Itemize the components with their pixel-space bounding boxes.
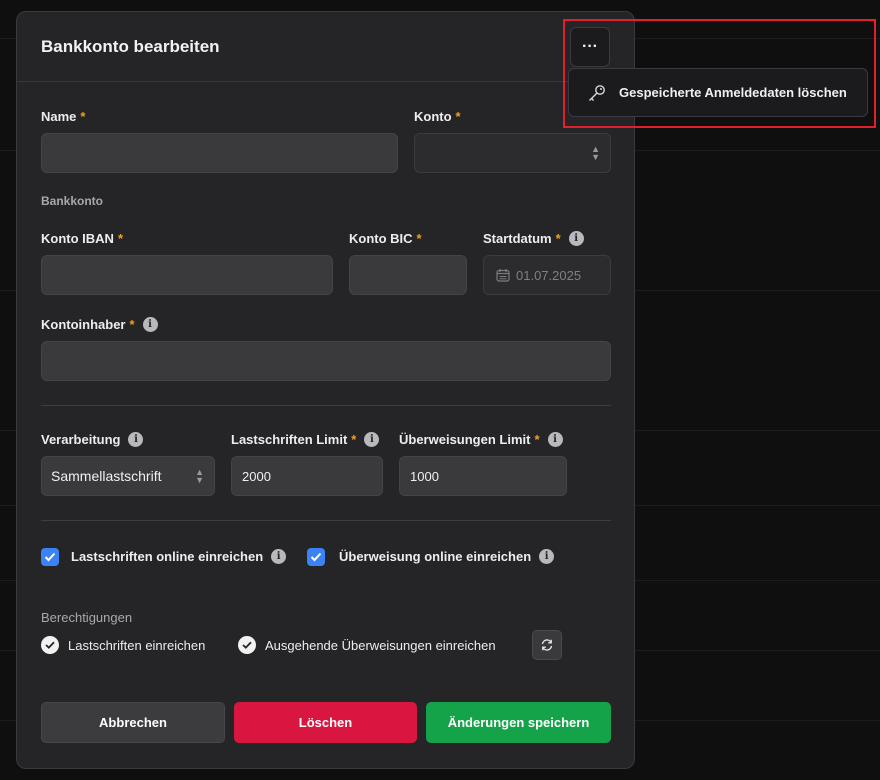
kontoinhaber-input[interactable] xyxy=(41,341,611,381)
ueberweisungen-limit-input[interactable]: 1000 xyxy=(399,456,567,496)
more-options-menu: Gespeicherte Anmeldedaten löschen xyxy=(568,68,868,117)
name-label: Name * xyxy=(41,109,86,124)
divider xyxy=(41,520,611,521)
select-chevron-icon: ▲ ▼ xyxy=(195,467,204,485)
info-icon[interactable]: i xyxy=(271,549,287,564)
ueberweisungen-limit-label: Überweisungen Limit * i xyxy=(399,432,563,447)
cancel-button[interactable]: Abbrechen xyxy=(41,702,225,743)
check-circle-icon xyxy=(238,636,256,654)
required-marker: * xyxy=(351,432,357,447)
checkmark-icon xyxy=(44,552,56,562)
edit-bank-account-dialog: Bankkonto bearbeiten Name * Konto * ▲ ▼ Ban… xyxy=(16,11,635,769)
lastschriften-limit-label: Lastschriften Limit * i xyxy=(231,432,380,447)
name-input[interactable] xyxy=(41,133,398,173)
lastschriften-online-label[interactable]: Lastschriften online einreichen i xyxy=(71,549,287,564)
verarbeitung-label: Verarbeitung i xyxy=(41,432,144,447)
kontoinhaber-label: Kontoinhaber * i xyxy=(41,317,158,332)
key-icon xyxy=(589,84,605,101)
dialog-header: Bankkonto bearbeiten xyxy=(17,12,634,82)
required-marker: * xyxy=(416,231,422,246)
permission-item: Lastschriften einreichen xyxy=(41,636,205,654)
permissions-title: Berechtigungen xyxy=(41,610,133,625)
info-icon[interactable]: i xyxy=(568,231,584,246)
select-chevron-icon: ▲ ▼ xyxy=(591,144,600,162)
required-marker: * xyxy=(117,231,123,246)
calendar-icon xyxy=(496,269,510,282)
more-options-button[interactable]: ··· xyxy=(570,27,610,67)
refresh-permissions-button[interactable] xyxy=(532,630,562,660)
required-marker: * xyxy=(555,231,561,246)
lastschriften-online-checkbox[interactable] xyxy=(41,548,59,566)
save-changes-button[interactable]: Änderungen speichern xyxy=(426,702,611,743)
info-icon[interactable]: i xyxy=(364,432,380,447)
ueberweisung-online-checkbox[interactable] xyxy=(307,548,325,566)
startdatum-label: Startdatum * i xyxy=(483,231,584,246)
section-bankkonto: Bankkonto xyxy=(41,194,104,208)
bic-input[interactable] xyxy=(349,255,467,295)
refresh-icon xyxy=(541,639,553,651)
info-icon[interactable]: i xyxy=(539,549,555,564)
divider xyxy=(41,405,611,406)
konto-select[interactable]: ▲ ▼ xyxy=(414,133,611,173)
required-marker: * xyxy=(129,317,135,332)
lastschriften-limit-input[interactable]: 2000 xyxy=(231,456,383,496)
required-marker: * xyxy=(455,109,461,124)
iban-input[interactable] xyxy=(41,255,333,295)
ueberweisung-online-label[interactable]: Überweisung online einreichen i xyxy=(339,549,555,564)
bic-label: Konto BIC * xyxy=(349,231,422,246)
checkmark-icon xyxy=(310,552,322,562)
check-circle-icon xyxy=(41,636,59,654)
permission-item: Ausgehende Überweisungen einreichen xyxy=(238,636,496,654)
startdatum-input[interactable]: 01.07.2025 xyxy=(483,255,611,295)
info-icon[interactable]: i xyxy=(547,432,563,447)
delete-button[interactable]: Löschen xyxy=(234,702,417,743)
verarbeitung-select[interactable]: Sammellastschrift ▲ ▼ xyxy=(41,456,215,496)
menu-item-delete-credentials[interactable]: Gespeicherte Anmeldedaten löschen xyxy=(587,83,847,103)
required-marker: * xyxy=(534,432,540,447)
info-icon[interactable]: i xyxy=(128,432,144,447)
required-marker: * xyxy=(80,109,86,124)
info-icon[interactable]: i xyxy=(142,317,158,332)
iban-label: Konto IBAN * xyxy=(41,231,123,246)
dialog-title: Bankkonto bearbeiten xyxy=(41,37,220,56)
konto-label: Konto * xyxy=(414,109,461,124)
